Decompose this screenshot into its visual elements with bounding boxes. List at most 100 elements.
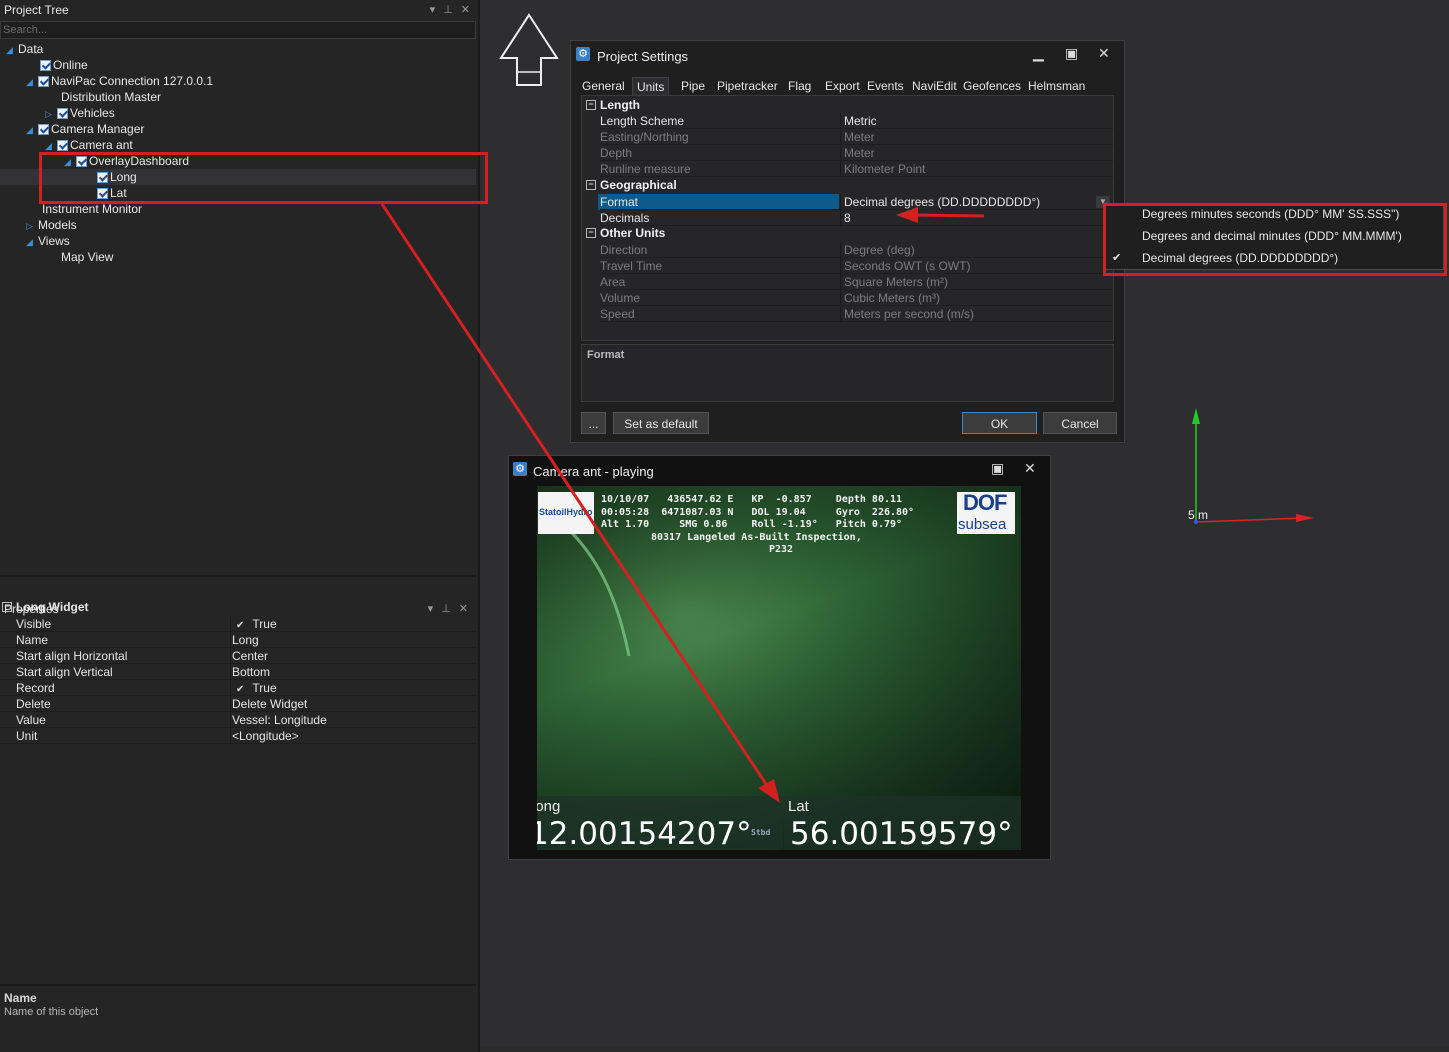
- tree-item-models[interactable]: ▷ Models: [26, 217, 77, 233]
- property-row[interactable]: Start align Vertical Bottom: [0, 664, 476, 680]
- property-row[interactable]: Name Long: [0, 632, 476, 648]
- settings-property-grid[interactable]: − Length Length Scheme Metric Easting/Nort…: [581, 95, 1114, 341]
- settings-row-decimals[interactable]: Decimals 8: [582, 210, 1113, 226]
- settings-gear-icon: ⚙: [576, 47, 590, 61]
- tree-item-navipac[interactable]: ◢ NaviPac Connection 127.0.0.1: [26, 73, 213, 89]
- tab-naviedit[interactable]: NaviEdit: [912, 77, 957, 95]
- tree-item-map-view[interactable]: Map View: [61, 249, 113, 265]
- collapse-icon[interactable]: −: [586, 180, 596, 190]
- settings-row[interactable]: Travel Time Seconds OWT (s OWT): [582, 258, 1113, 274]
- annotation-box-tree: [39, 152, 488, 204]
- dialog-title: Project Settings: [597, 49, 689, 64]
- tree-item-views[interactable]: ◢ Views: [26, 233, 70, 249]
- tab-pipe[interactable]: Pipe: [681, 77, 705, 95]
- tree-item-vehicles[interactable]: ▷ Vehicles: [45, 105, 115, 121]
- camera-video-feed: StatoilHydro DOF subsea 10/10/07 436547.…: [537, 486, 1021, 850]
- description-title: Name: [4, 991, 37, 1005]
- settings-row[interactable]: Length Scheme Metric: [582, 113, 1113, 129]
- lat-value: 56.00159579°: [790, 816, 1013, 850]
- settings-row-format[interactable]: Format Decimal degrees (DD.DDDDDDDD°) ▼: [582, 194, 1113, 210]
- tree-item-online[interactable]: Online: [40, 57, 88, 73]
- check-icon[interactable]: ✔: [236, 620, 244, 631]
- tree-search-input[interactable]: Search...: [0, 21, 476, 39]
- settings-row[interactable]: Area Square Meters (m²): [582, 274, 1113, 290]
- settings-description-box: Format: [581, 344, 1114, 402]
- tab-pipetracker[interactable]: Pipetracker: [717, 77, 778, 95]
- north-arrow-icon: [499, 13, 559, 86]
- maximize-icon[interactable]: ▣: [991, 460, 1004, 477]
- property-row[interactable]: Unit <Longitude>: [0, 728, 476, 744]
- tree-item-camera-ant[interactable]: ◢ Camera ant: [45, 137, 133, 153]
- settings-row[interactable]: Depth Meter: [582, 145, 1113, 161]
- tab-geofences[interactable]: Geofences: [963, 77, 1021, 95]
- property-row[interactable]: Delete Delete Widget: [0, 696, 476, 712]
- section-geographical[interactable]: − Geographical: [582, 177, 1113, 193]
- lat-label: Lat: [788, 798, 809, 815]
- set-as-default-button[interactable]: Set as default: [613, 412, 709, 434]
- tab-helmsman[interactable]: Helmsman: [1028, 77, 1085, 95]
- checkbox[interactable]: [57, 108, 68, 119]
- collapse-icon[interactable]: −: [586, 100, 596, 110]
- settings-row[interactable]: Direction Degree (deg): [582, 242, 1113, 258]
- property-row[interactable]: Record ✔ True: [0, 680, 476, 696]
- checkbox[interactable]: [57, 140, 68, 151]
- properties-section[interactable]: − Long Widget: [0, 599, 476, 615]
- tab-units[interactable]: Units: [632, 77, 670, 96]
- tree-item-distribution-master[interactable]: Distribution Master: [61, 89, 161, 105]
- maximize-icon[interactable]: ▣: [1065, 45, 1078, 62]
- pin-icon[interactable]: ⊥: [443, 4, 453, 16]
- collapsed-arrow-icon[interactable]: ▷: [26, 218, 38, 234]
- close-icon[interactable]: ✕: [461, 4, 470, 16]
- property-row[interactable]: Start align Horizontal Center: [0, 648, 476, 664]
- tab-flag[interactable]: Flag: [788, 77, 811, 95]
- settings-description-title: Format: [587, 349, 625, 361]
- checkbox[interactable]: [40, 60, 51, 71]
- checkbox[interactable]: [38, 76, 49, 87]
- expand-arrow-icon[interactable]: ◢: [26, 122, 38, 138]
- tab-general[interactable]: General: [582, 77, 625, 95]
- settings-row[interactable]: Runline measure Kilometer Point: [582, 161, 1113, 177]
- collapse-icon[interactable]: −: [586, 228, 596, 238]
- section-length[interactable]: − Length: [582, 97, 1113, 113]
- tab-export[interactable]: Export: [825, 77, 860, 95]
- section-other-units[interactable]: − Other Units: [582, 225, 1113, 241]
- property-row[interactable]: Visible ✔ True: [0, 616, 476, 632]
- check-icon[interactable]: ✔: [236, 684, 244, 695]
- more-button[interactable]: ...: [581, 412, 606, 434]
- lat-widget[interactable]: Lat 56.00159579°: [784, 796, 1021, 850]
- collapse-icon[interactable]: −: [2, 602, 12, 612]
- camera-app-icon: ⚙: [513, 462, 527, 476]
- settings-row[interactable]: Easting/Northing Meter: [582, 129, 1113, 145]
- expand-arrow-icon[interactable]: ◢: [26, 74, 38, 90]
- project-tree-title: Project Tree: [4, 3, 69, 17]
- tree-item-data[interactable]: ◢ Data: [6, 41, 43, 57]
- close-icon[interactable]: ✕: [1098, 45, 1110, 62]
- tree-item-camera-manager[interactable]: ◢ Camera Manager: [26, 121, 144, 137]
- close-icon[interactable]: ✕: [1024, 460, 1036, 477]
- panel-splitter[interactable]: [0, 575, 476, 577]
- settings-row[interactable]: Volume Cubic Meters (m³): [582, 290, 1113, 306]
- expand-arrow-icon[interactable]: ◢: [6, 42, 18, 58]
- minimize-icon[interactable]: ▁: [1033, 45, 1044, 62]
- collapsed-arrow-icon[interactable]: ▷: [45, 106, 57, 122]
- tab-events[interactable]: Events: [867, 77, 904, 95]
- cancel-button[interactable]: Cancel: [1043, 412, 1117, 434]
- description-splitter[interactable]: [0, 984, 476, 986]
- osd-line-1: 10/10/07 436547.62 E KP -0.857 Depth 80.…: [601, 494, 903, 505]
- ok-button[interactable]: OK: [962, 412, 1037, 434]
- expand-arrow-icon[interactable]: ◢: [26, 234, 38, 250]
- checkbox[interactable]: [38, 124, 49, 135]
- stbd-label: Stbd: [751, 828, 771, 837]
- property-row[interactable]: Value Vessel: Longitude: [0, 712, 476, 728]
- long-widget[interactable]: Long 12.00154207°: [537, 796, 783, 850]
- scale-label: 5 m: [1188, 508, 1209, 522]
- description-text: Name of this object: [4, 1006, 99, 1018]
- long-label: Long: [537, 798, 561, 815]
- settings-row[interactable]: Speed Meters per second (m/s): [582, 306, 1113, 322]
- osd-line-5: P232: [769, 544, 794, 555]
- osd-line-3: Alt 1.70 SMG 0.86 Roll -1.19° Pitch 0.79…: [601, 519, 903, 530]
- camera-window[interactable]: ⚙ Camera ant - playing ▣ ✕ StatoilHydro …: [508, 455, 1051, 860]
- dropdown-icon[interactable]: ▾: [430, 4, 436, 16]
- osd-line-4: 80317 Langeled As-Built Inspection,: [651, 532, 862, 543]
- project-settings-dialog[interactable]: ⚙ Project Settings ▁ ▣ ✕ General Units P…: [570, 40, 1125, 443]
